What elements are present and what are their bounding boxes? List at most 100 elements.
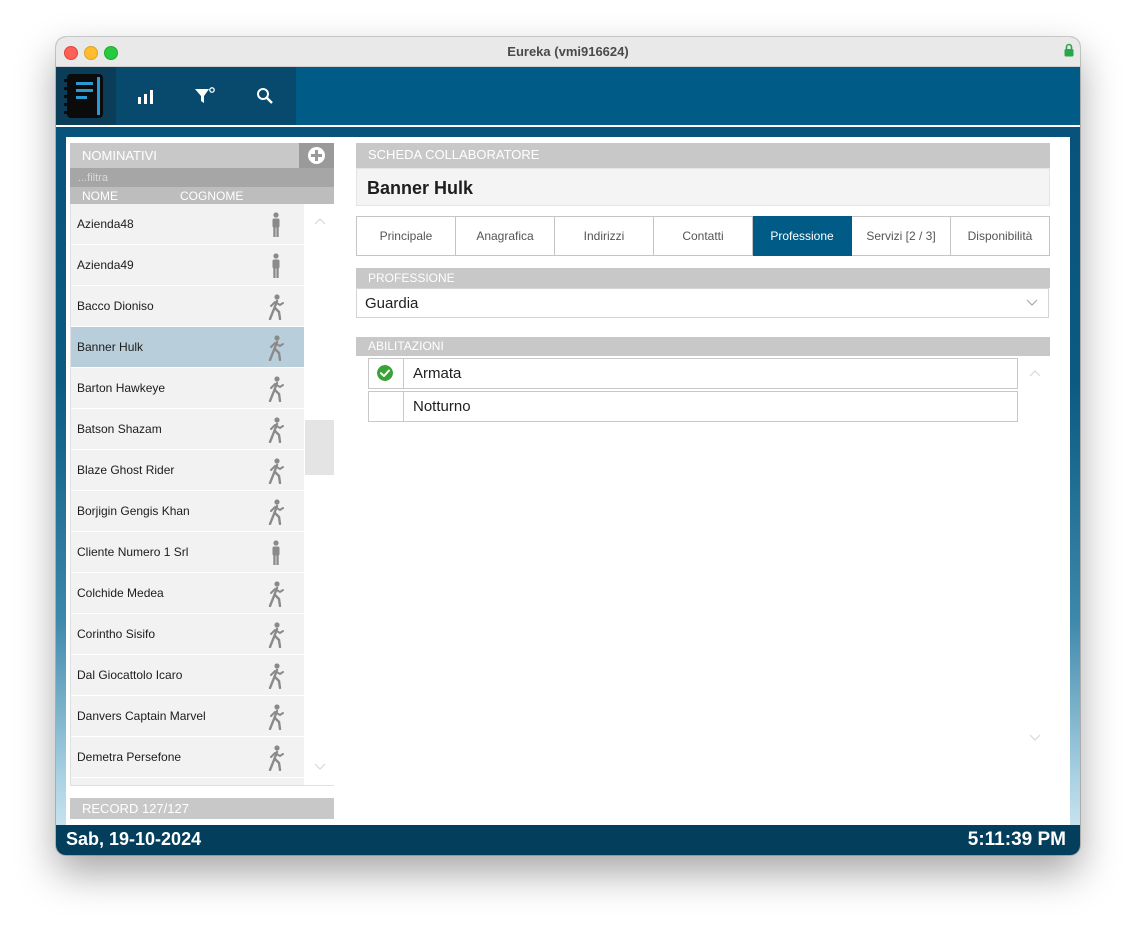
person-walking-icon (268, 745, 284, 771)
abilitazione-checkbox[interactable] (369, 392, 404, 421)
detail-section-title: SCHEDA COLLABORATORE (368, 147, 540, 162)
list-item[interactable]: Demetra Persefone (71, 737, 304, 778)
list-item-partial[interactable] (71, 778, 304, 785)
list-item-name: Colchide Medea (77, 586, 164, 600)
filter-button[interactable] (190, 81, 220, 111)
list-item-name: Banner Hulk (77, 340, 144, 354)
list-item[interactable]: Azienda48 (71, 204, 304, 245)
list-item-name: Corintho Sisifo (77, 627, 156, 641)
app-logo (56, 67, 116, 125)
app-window: Eureka (vmi916624) NOMINATIVI ...filtra … (56, 37, 1080, 855)
list-item-name: Azienda49 (77, 258, 134, 272)
person-walking-icon (268, 417, 284, 443)
abilitazione-row: Notturno (368, 391, 1018, 422)
filter-icon (195, 87, 215, 103)
tab-indirizzi[interactable]: Indirizzi (555, 216, 654, 256)
tab-principale[interactable]: Principale (356, 216, 456, 256)
person-walking-icon (268, 499, 284, 525)
chevron-down-icon (1026, 299, 1038, 306)
detail-section-header: SCHEDA COLLABORATORE (356, 143, 1050, 168)
abilitazione-label: Armata (413, 365, 462, 382)
plus-icon (308, 147, 325, 164)
tab-anagrafica[interactable]: Anagrafica (456, 216, 555, 256)
list-item[interactable]: Barton Hawkeye (71, 368, 304, 409)
abilitazione-row: Armata (368, 358, 1018, 389)
toolbar-buttons (116, 67, 296, 125)
list-item-name: Dal Giocattolo Icaro (77, 668, 183, 682)
contacts-list: Azienda48 Azienda49 Bacco Dioniso Banner… (70, 204, 334, 786)
list-item[interactable]: Batson Shazam (71, 409, 304, 450)
list-item[interactable]: Blaze Ghost Rider (71, 450, 304, 491)
abilitazione-label: Notturno (413, 398, 471, 415)
chevron-down-icon[interactable] (1029, 734, 1041, 742)
tab-contatti[interactable]: Contatti (654, 216, 753, 256)
list-item-name: Borjigin Gengis Khan (77, 504, 190, 518)
person-walking-icon (268, 376, 284, 402)
top-toolbar (56, 67, 1080, 127)
status-date: Sab, 19-10-2024 (66, 829, 202, 849)
chevron-down-icon[interactable] (314, 763, 326, 771)
record-counter: RECORD 127/127 (70, 798, 334, 819)
profession-value: Guardia (365, 295, 419, 312)
person-standing-icon (272, 212, 280, 237)
tab-professione[interactable]: Professione (753, 216, 852, 256)
person-walking-icon (268, 704, 284, 730)
person-name: Banner Hulk (367, 178, 474, 198)
list-item[interactable]: Bacco Dioniso (71, 286, 304, 327)
person-name-box: Banner Hulk (356, 168, 1050, 206)
chevron-up-icon[interactable] (314, 217, 326, 225)
list-item-name: Batson Shazam (77, 422, 162, 436)
stats-button[interactable] (131, 81, 161, 111)
list-item[interactable]: Dal Giocattolo Icaro (71, 655, 304, 696)
search-icon (257, 88, 273, 104)
abilitazione-checkbox[interactable] (369, 359, 404, 388)
list-item-name: Cliente Numero 1 Srl (77, 545, 189, 559)
check-circle-icon (377, 365, 393, 381)
column-header-nome[interactable]: NOME (82, 189, 118, 203)
list-item-name: Barton Hawkeye (77, 381, 166, 395)
contacts-panel-title: NOMINATIVI (82, 148, 157, 163)
record-counter-label: RECORD 127/127 (82, 801, 189, 816)
list-item-selected[interactable]: Banner Hulk (71, 327, 304, 368)
list-item[interactable]: Cliente Numero 1 Srl (71, 532, 304, 573)
notebook-logo-icon (64, 74, 103, 118)
tab-servizi[interactable]: Servizi [2 / 3] (852, 216, 951, 256)
app-area: NOMINATIVI NOME COGNOME Azienda48 Aziend… (56, 67, 1080, 855)
status-time: 5:11:39 PM (967, 829, 1066, 850)
status-bar: Sab, 19-10-2024 5:11:39 PM (56, 825, 1080, 855)
person-walking-icon (268, 335, 284, 361)
profession-label: PROFESSIONE (368, 271, 455, 285)
list-item[interactable]: Colchide Medea (71, 573, 304, 614)
list-item-name: Danvers Captain Marvel (77, 709, 206, 723)
person-walking-icon (268, 458, 284, 484)
chevron-up-icon[interactable] (1029, 369, 1041, 377)
lock-icon (1064, 43, 1074, 57)
person-walking-icon (268, 622, 284, 648)
bar-chart-icon (138, 90, 153, 104)
search-button[interactable] (250, 81, 280, 111)
abilitazioni-label: ABILITAZIONI (368, 339, 444, 353)
list-item-name: Demetra Persefone (77, 750, 182, 764)
person-standing-icon (272, 253, 280, 278)
list-item[interactable]: Borjigin Gengis Khan (71, 491, 304, 532)
list-scrollbar[interactable] (305, 204, 334, 785)
filter-input[interactable] (70, 168, 334, 187)
list-item-name: Azienda48 (77, 217, 134, 231)
list-scroll-thumb[interactable] (305, 420, 334, 475)
profession-header: PROFESSIONE (356, 268, 1050, 288)
contacts-panel-header: NOMINATIVI (70, 143, 300, 168)
window-title: Eureka (vmi916624) (507, 44, 629, 59)
list-item-name: Blaze Ghost Rider (77, 463, 175, 477)
detail-tabs: Principale Anagrafica Indirizzi Contatti… (356, 216, 1050, 256)
profession-select[interactable]: Guardia (356, 288, 1049, 318)
list-item[interactable]: Azienda49 (71, 245, 304, 286)
list-column-headers: NOME COGNOME (70, 187, 334, 204)
title-bar: Eureka (vmi916624) (56, 37, 1080, 67)
column-header-cognome[interactable]: COGNOME (180, 189, 243, 203)
list-item[interactable]: Corintho Sisifo (71, 614, 304, 655)
add-contact-button[interactable] (299, 143, 334, 168)
list-item[interactable]: Danvers Captain Marvel (71, 696, 304, 737)
person-walking-icon (268, 581, 284, 607)
tab-disponibilita[interactable]: Disponibilità (951, 216, 1050, 256)
person-walking-icon (268, 663, 284, 689)
